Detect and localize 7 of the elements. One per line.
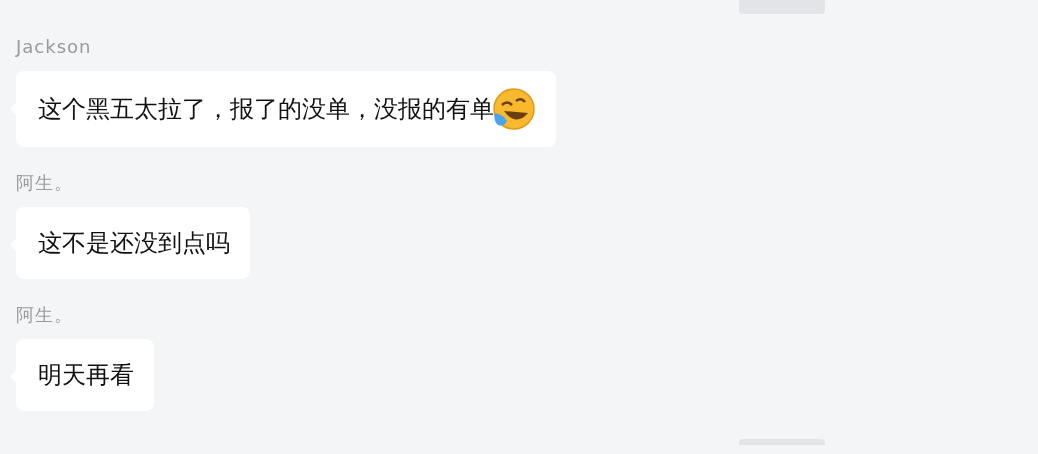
sender-name: 阿生。 [16,303,73,327]
message-text: 这不是还没到点吗 [38,228,230,259]
sender-name: 阿生。 [16,171,73,195]
sender-name: Jackson [16,35,92,59]
message-text: 这个黑五太拉了，报了的没单，没报的有单 [38,94,494,125]
message-text: 明天再看 [38,360,134,391]
laughing-face-icon [492,87,536,131]
